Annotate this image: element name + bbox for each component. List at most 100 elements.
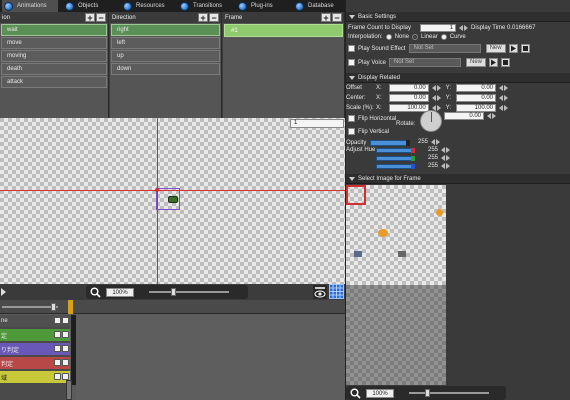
- play-sound-checkbox[interactable]: [348, 45, 355, 52]
- list-item[interactable]: attack: [1, 76, 107, 88]
- image-selector-grid[interactable]: [346, 185, 446, 285]
- list-item[interactable]: wait: [1, 24, 107, 36]
- animation-canvas[interactable]: 1: [0, 118, 345, 284]
- list-item[interactable]: moving: [1, 50, 107, 62]
- sound-effect-select[interactable]: Not Set: [408, 44, 481, 53]
- scale-y-stepper[interactable]: [499, 105, 509, 111]
- timeline-scrollbar[interactable]: [66, 380, 72, 400]
- remove-frame-button[interactable]: −: [332, 13, 342, 23]
- frame-count-stepper[interactable]: [459, 25, 469, 31]
- zoom-slider-knob[interactable]: [425, 389, 430, 397]
- timeline-scale-knob[interactable]: [51, 303, 56, 311]
- track-row[interactable]: 判定: [0, 357, 70, 369]
- timeline-playhead[interactable]: [68, 300, 73, 314]
- interp-curve-radio[interactable]: [440, 34, 447, 40]
- lock-icon[interactable]: [54, 373, 61, 380]
- timeline-track-area[interactable]: [76, 315, 345, 400]
- tab-resources[interactable]: Resources: [121, 0, 171, 12]
- image-selector-grid-lower[interactable]: [346, 285, 446, 385]
- hue-green-stepper[interactable]: [441, 155, 451, 161]
- visibility-icon[interactable]: [62, 359, 69, 366]
- play-voice-button[interactable]: [489, 58, 499, 67]
- tab-animations[interactable]: Animations: [2, 0, 58, 12]
- visibility-icon[interactable]: [62, 345, 69, 352]
- track-row[interactable]: ne: [0, 315, 70, 327]
- onion-skin-toggle[interactable]: [313, 285, 327, 299]
- stop-sound-button[interactable]: [520, 44, 530, 53]
- list-item[interactable]: up: [111, 50, 220, 62]
- image-zoom-value[interactable]: 100%: [366, 388, 394, 398]
- play-icon[interactable]: [1, 288, 6, 296]
- hue-red-slider[interactable]: [376, 148, 415, 153]
- visibility-icon[interactable]: [62, 331, 69, 338]
- remove-direction-button[interactable]: −: [209, 13, 219, 23]
- origin-marker[interactable]: [155, 188, 159, 192]
- add-direction-button[interactable]: +: [198, 13, 208, 23]
- list-item[interactable]: death: [1, 63, 107, 75]
- stop-voice-button[interactable]: [501, 58, 511, 67]
- frame-item[interactable]: #1: [224, 24, 343, 37]
- visibility-icon[interactable]: [62, 373, 69, 380]
- add-frame-button[interactable]: +: [321, 13, 331, 23]
- canvas-zoom-value[interactable]: 100%: [106, 287, 134, 297]
- hue-green-knob[interactable]: [411, 156, 415, 161]
- list-item[interactable]: left: [111, 37, 220, 49]
- lock-icon[interactable]: [54, 317, 61, 324]
- opacity-stepper[interactable]: [431, 139, 441, 145]
- add-animation-button[interactable]: +: [85, 13, 95, 23]
- lock-icon[interactable]: [54, 331, 61, 338]
- zoom-slider-knob[interactable]: [171, 288, 176, 296]
- rotate-stepper[interactable]: [487, 113, 496, 119]
- center-x-field[interactable]: 0.00: [388, 94, 429, 102]
- center-x-stepper[interactable]: [431, 95, 441, 101]
- timeline-scale-slider[interactable]: [2, 306, 58, 308]
- list-item[interactable]: move: [1, 37, 107, 49]
- tab-transitions[interactable]: Transitions: [178, 0, 230, 12]
- canvas-zoom-slider[interactable]: [149, 288, 229, 296]
- sprite-thumbnail[interactable]: [398, 251, 406, 257]
- display-related-header[interactable]: Display Related: [346, 73, 570, 83]
- opacity-slider-knob[interactable]: [406, 140, 410, 146]
- tab-objects[interactable]: Objects: [63, 0, 111, 12]
- hue-blue-knob[interactable]: [411, 164, 415, 169]
- hue-blue-slider[interactable]: [376, 164, 415, 169]
- rotate-field[interactable]: 0.00: [444, 112, 484, 120]
- grid-toggle[interactable]: [329, 284, 344, 299]
- image-zoom-slider[interactable]: [409, 389, 489, 397]
- timeline-ruler[interactable]: [0, 300, 345, 314]
- flip-horizontal-checkbox[interactable]: [348, 115, 355, 122]
- remove-animation-button[interactable]: −: [96, 13, 106, 23]
- select-image-header[interactable]: Select Image for Frame: [346, 174, 570, 184]
- offset-x-stepper[interactable]: [431, 85, 441, 91]
- voice-select[interactable]: Not Set: [389, 58, 462, 67]
- track-row[interactable]: 域: [0, 371, 70, 383]
- center-y-stepper[interactable]: [499, 95, 509, 101]
- frame-count-field[interactable]: 1: [420, 24, 457, 32]
- sprite-thumbnail[interactable]: [378, 229, 388, 237]
- play-voice-checkbox[interactable]: [348, 59, 355, 66]
- play-sound-button[interactable]: [508, 44, 518, 53]
- selected-cell-marker[interactable]: [346, 185, 366, 205]
- list-item[interactable]: down: [111, 63, 220, 75]
- lock-icon[interactable]: [54, 359, 61, 366]
- sprite-character[interactable]: [168, 196, 178, 203]
- new-voice-button[interactable]: New: [466, 58, 487, 67]
- new-sound-button[interactable]: New: [485, 44, 506, 53]
- interp-none-radio[interactable]: [385, 34, 392, 40]
- zoom-icon[interactable]: [350, 388, 361, 399]
- visibility-icon[interactable]: [62, 317, 69, 324]
- offset-y-field[interactable]: 0.00: [456, 84, 497, 92]
- opacity-slider[interactable]: [370, 140, 410, 146]
- basic-settings-header[interactable]: Basic Settings: [346, 12, 570, 22]
- hue-green-slider[interactable]: [376, 156, 415, 161]
- hue-red-stepper[interactable]: [441, 147, 451, 153]
- list-item[interactable]: right: [111, 24, 220, 36]
- track-row[interactable]: り判定: [0, 343, 70, 355]
- tab-database[interactable]: Database: [293, 0, 343, 12]
- scale-x-field[interactable]: 100.00: [388, 104, 429, 112]
- frame-number-field[interactable]: 1: [290, 119, 344, 128]
- offset-x-field[interactable]: 0.00: [388, 84, 429, 92]
- scale-y-field[interactable]: 100.00: [456, 104, 497, 112]
- hue-blue-stepper[interactable]: [441, 163, 451, 169]
- hue-red-knob[interactable]: [411, 148, 415, 153]
